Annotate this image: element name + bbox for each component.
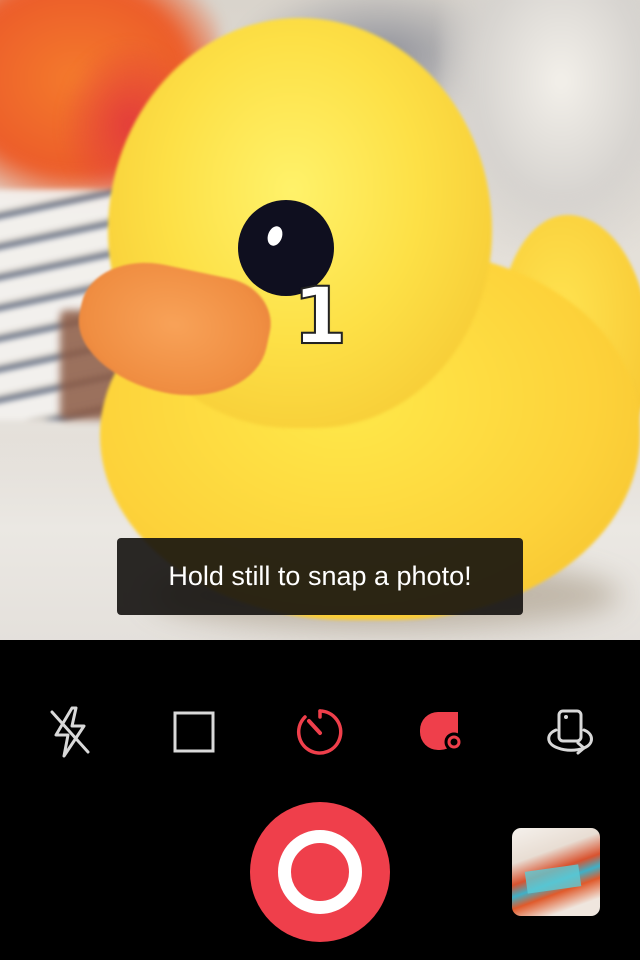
switch-camera-icon	[547, 709, 593, 755]
timer-icon	[297, 709, 343, 755]
stabilizer-mode-button[interactable]	[412, 700, 476, 764]
square-mode-button[interactable]	[162, 700, 226, 764]
flash-toggle-button[interactable]	[38, 700, 102, 764]
shutter-icon	[278, 830, 362, 914]
shutter-button[interactable]	[250, 802, 390, 942]
hold-still-mode-icon	[420, 712, 464, 752]
switch-camera-button[interactable]	[538, 700, 602, 764]
thumbnail-image	[524, 864, 582, 894]
last-photo-thumbnail[interactable]	[512, 828, 600, 916]
flash-off-icon	[50, 706, 90, 758]
countdown-number: 1	[292, 271, 348, 363]
camera-toolbar	[0, 640, 640, 960]
camera-viewfinder[interactable]: 1 Hold still to snap a photo!	[0, 0, 640, 640]
square-crop-icon	[173, 711, 215, 753]
hint-tooltip: Hold still to snap a photo!	[117, 538, 523, 615]
timer-button[interactable]	[288, 700, 352, 764]
